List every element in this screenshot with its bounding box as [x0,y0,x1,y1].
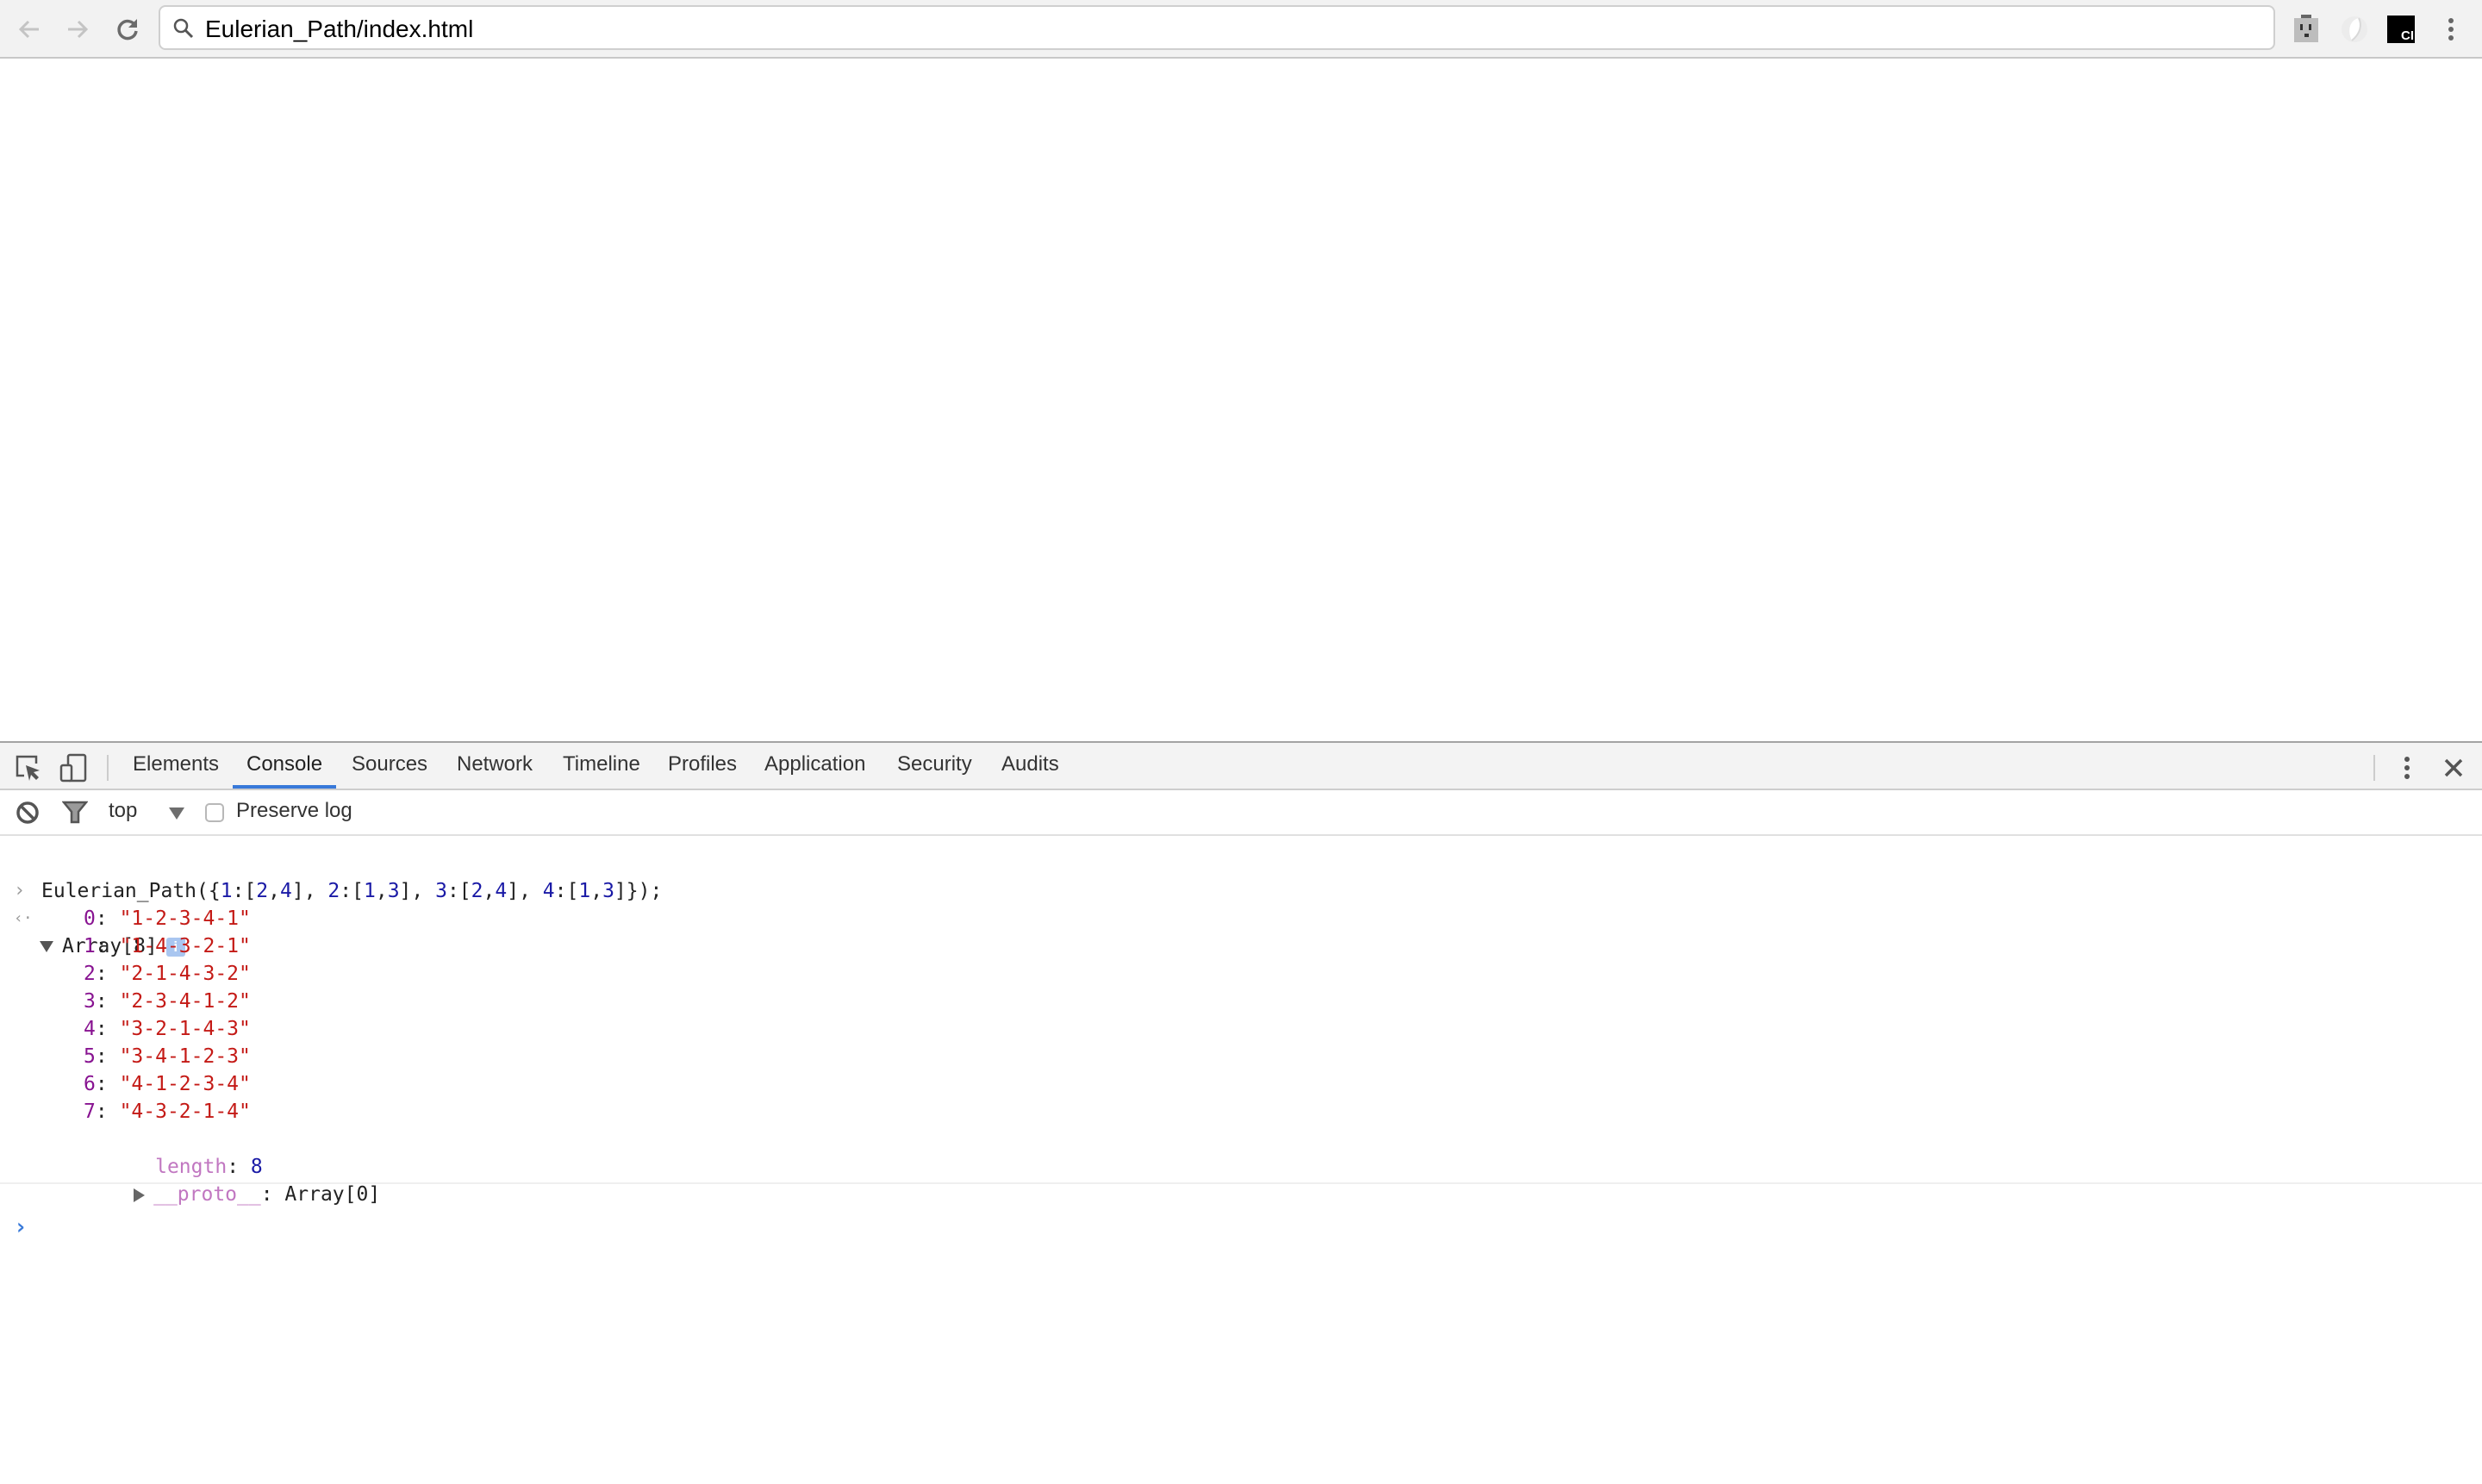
array-index: 7 [84,1101,96,1123]
array-item-row: 4: "3-2-1-4-3" [84,1018,251,1040]
tab-console[interactable]: Console [233,743,337,789]
array-value: "1-4-3-2-1" [119,935,251,957]
console-result-header[interactable]: ‹· Array[8] i [0,877,517,957]
console-input-prompt-icon: › [14,1214,28,1240]
array-index: 6 [84,1073,96,1095]
console-divider [0,1182,2482,1184]
array-value: "4-3-2-1-4" [119,1101,251,1123]
tab-application[interactable]: Application [751,743,879,789]
inspect-cursor-icon [16,755,40,781]
result-arrow-icon: ‹· [14,909,33,927]
url-text: Eulerian_Path/index.html [205,16,474,42]
context-selector[interactable]: top [109,799,137,823]
swirl-extension[interactable] [2337,12,2372,47]
tab-audits[interactable]: Audits [988,743,1073,789]
array-index: 3 [84,990,96,1013]
tab-sources[interactable]: Sources [338,743,441,789]
array-index: 1 [84,935,96,957]
context-dropdown-arrow-icon[interactable] [169,807,184,820]
power-outlet-icon [2294,15,2318,42]
reload-button[interactable] [110,12,145,47]
device-mode-icon [59,753,87,783]
console-prompt-line[interactable]: › [0,1186,2482,1240]
preserve-log-checkbox[interactable] [205,803,224,822]
back-button[interactable] [12,12,47,47]
forward-arrow-icon [68,20,89,39]
array-proto-row[interactable]: __proto__: Array[0] [62,1153,380,1206]
swirl-icon [2342,16,2367,42]
array-item-row: 3: "2-3-4-1-2" [84,990,251,1013]
browser-toolbar: Eulerian_Path/index.html CI [0,0,2482,59]
array-index: 2 [84,963,96,985]
device-toolbar-button[interactable] [59,753,88,783]
filter-icon[interactable] [62,801,88,825]
array-value: "2-1-4-3-2" [119,963,251,985]
array-index: 4 [84,1018,96,1040]
address-bar[interactable]: Eulerian_Path/index.html [159,5,2275,50]
array-item-row: 5: "3-4-1-2-3" [84,1045,251,1068]
devtools-menu-button[interactable] [2392,753,2422,783]
array-item-row: 7: "4-3-2-1-4" [84,1101,251,1123]
ci-extension[interactable]: CI [2384,12,2418,47]
array-item-row: 0: "1-2-3-4-1" [84,907,251,930]
tab-profiles[interactable]: Profiles [654,743,751,789]
array-index: 0 [84,907,96,930]
reload-icon [117,19,138,41]
array-value: "2-3-4-1-2" [119,990,251,1013]
array-value: "3-2-1-4-3" [119,1018,251,1040]
array-value: "4-1-2-3-4" [119,1073,251,1095]
back-arrow-icon [18,20,39,39]
preserve-log-label: Preserve log [236,799,352,822]
power-outlet-extension[interactable] [2289,12,2323,47]
array-value: "3-4-1-2-3" [119,1045,251,1068]
devtools-panel: Elements Console Sources Network Timelin… [0,741,2482,1484]
array-index: 5 [84,1045,96,1068]
tab-elements[interactable]: Elements [119,743,233,789]
toolbar-divider [107,755,109,781]
expand-triangle-icon[interactable] [40,941,53,952]
tab-timeline[interactable]: Timeline [549,743,654,789]
array-item-row: 2: "2-1-4-3-2" [84,963,251,985]
tab-network[interactable]: Network [443,743,546,789]
ci-icon: CI [2387,16,2415,43]
kebab-menu-icon [2448,18,2454,41]
console-filter-bar: top Preserve log [0,790,2482,836]
kebab-menu-icon [2404,757,2410,779]
clear-console-icon[interactable] [16,801,40,825]
close-devtools-button[interactable] [2439,753,2468,783]
devtools-tabbar: Elements Console Sources Network Timelin… [0,743,2482,790]
array-item-row: 6: "4-1-2-3-4" [84,1073,251,1095]
forward-button[interactable] [60,12,95,47]
toolbar-divider-right [2373,755,2375,781]
console-input-line: › Eulerian_Path({1:[2,4], 2:[1,3], 3:[2,4… [0,850,2482,902]
array-value: "1-2-3-4-1" [119,907,251,930]
array-item-row: 1: "1-4-3-2-1" [84,935,251,957]
page-content [0,59,2482,741]
tab-security[interactable]: Security [883,743,986,789]
browser-menu-button[interactable] [2434,12,2468,47]
close-icon [2444,758,2463,777]
inspect-element-button[interactable] [14,753,43,783]
search-icon [173,18,194,39]
array-length-row: length: 8 [155,1156,263,1178]
